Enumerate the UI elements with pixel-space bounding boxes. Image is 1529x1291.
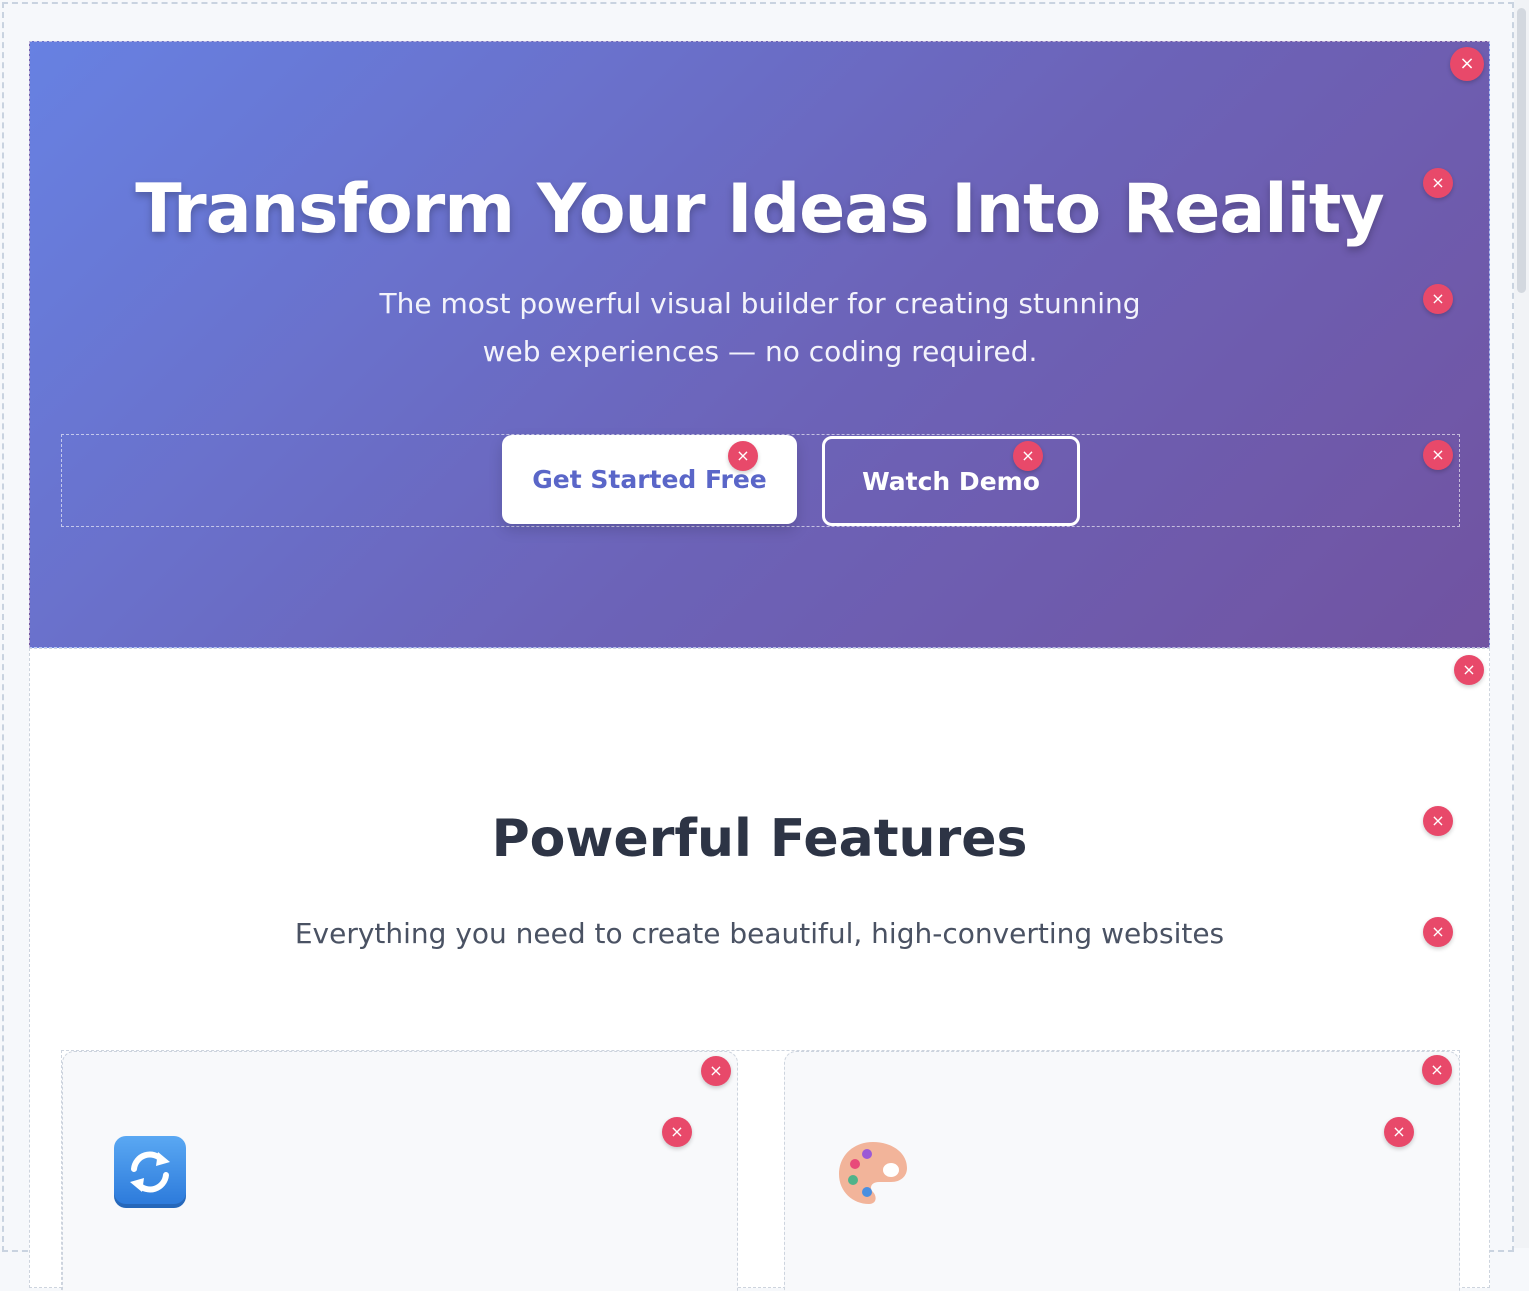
refresh-icon <box>114 1136 186 1208</box>
remove-features-button[interactable]: × <box>1454 655 1484 685</box>
feature-card[interactable] <box>62 1051 738 1291</box>
remove-get-started-button[interactable]: × <box>728 441 758 471</box>
feature-cards-row[interactable] <box>61 1050 1460 1291</box>
remove-hero-button[interactable]: × <box>1450 47 1484 81</box>
hero-section[interactable]: Transform Your Ideas Into Reality The mo… <box>29 41 1490 648</box>
remove-features-title-button[interactable]: × <box>1423 806 1453 836</box>
remove-cta-row-button[interactable]: × <box>1423 440 1453 470</box>
remove-features-subtitle-button[interactable]: × <box>1423 917 1453 947</box>
scrollbar-thumb[interactable] <box>1517 8 1526 293</box>
hero-subtitle: The most powerful visual builder for cre… <box>379 287 1141 368</box>
remove-cards-row-button[interactable]: × <box>1422 1055 1452 1085</box>
feature-card[interactable] <box>784 1051 1460 1291</box>
scrollbar[interactable] <box>1514 0 1529 1248</box>
cta-button-row[interactable]: Get Started Free Watch Demo <box>61 434 1460 527</box>
remove-subtitle-button[interactable]: × <box>1423 284 1453 314</box>
remove-card-button[interactable]: × <box>701 1056 731 1086</box>
remove-watch-demo-button[interactable]: × <box>1013 441 1043 471</box>
remove-card-icon-button[interactable]: × <box>662 1117 692 1147</box>
features-title: Powerful Features <box>491 809 1028 869</box>
features-section[interactable]: Powerful Features Everything you need to… <box>29 648 1490 1291</box>
remove-card-icon-button[interactable]: × <box>1384 1117 1414 1147</box>
remove-title-button[interactable]: × <box>1423 168 1453 198</box>
palette-icon <box>835 1138 911 1208</box>
hero-title: Transform Your Ideas Into Reality <box>135 170 1384 249</box>
features-subtitle: Everything you need to create beautiful,… <box>294 917 1225 950</box>
